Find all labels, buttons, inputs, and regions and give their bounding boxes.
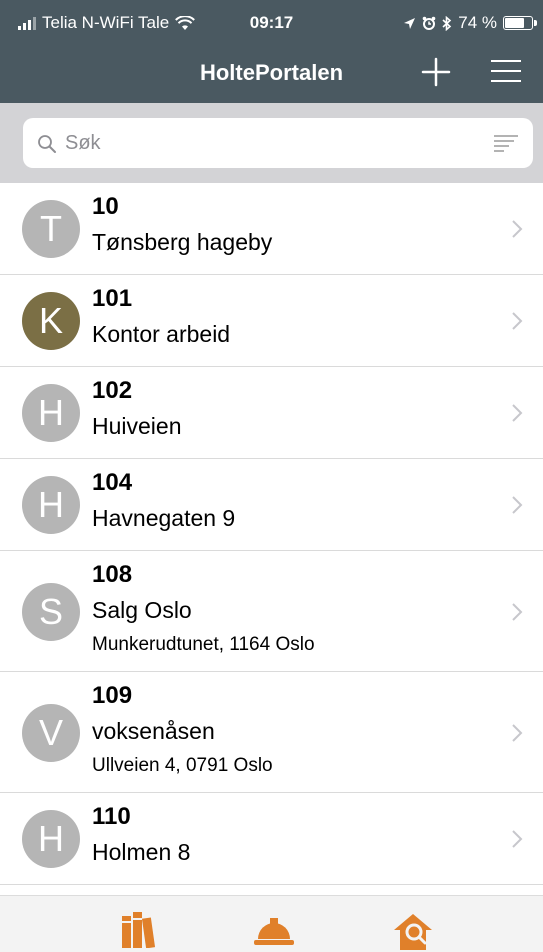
bluetooth-icon [442, 15, 452, 31]
chevron-right-icon [512, 602, 523, 621]
status-right: 74 % [403, 13, 537, 33]
project-name: Kontor arbeid [92, 321, 231, 347]
avatar: K [22, 292, 80, 350]
status-bar: Telia N-WiFi Tale 09:17 74 % [0, 0, 543, 40]
project-name: Salg Oslo [92, 597, 192, 623]
project-address: Munkerudtunet, 1164 Oslo [92, 634, 315, 655]
chevron-right-icon [512, 404, 523, 422]
tab-bar [0, 895, 543, 952]
avatar: S [22, 582, 80, 641]
project-number: 102 [92, 377, 133, 404]
add-button[interactable] [420, 56, 452, 88]
project-number: 110 [92, 803, 131, 830]
chevron-right-icon [512, 496, 523, 514]
books-icon[interactable] [120, 912, 158, 948]
search-bar[interactable] [23, 118, 533, 168]
project-row[interactable]: T 10 Tønsberg hageby [0, 183, 543, 275]
project-name: Tønsberg hageby [92, 229, 273, 255]
battery-percent: 74 % [458, 13, 497, 32]
avatar: V [22, 703, 80, 762]
hard-hat-icon[interactable] [253, 912, 295, 948]
avatar: H [22, 476, 80, 534]
avatar: H [22, 810, 80, 868]
project-row[interactable]: H 104 Havnegaten 9 [0, 459, 543, 551]
project-name: voksenåsen [92, 718, 215, 744]
project-number: 10 [92, 193, 119, 220]
project-name: Huiveien [92, 413, 182, 439]
phone-screen: Telia N-WiFi Tale 09:17 74 % HoltePortal… [0, 0, 543, 952]
filter-icon[interactable] [493, 134, 519, 154]
project-number: 109 [92, 682, 133, 709]
chevron-right-icon [512, 830, 523, 848]
project-row[interactable]: V 109 voksenåsen Ullveien 4, 0791 Oslo [0, 672, 543, 793]
nav-bar: HoltePortalen [0, 40, 543, 103]
avatar: T [22, 200, 80, 258]
location-arrow-icon [404, 17, 416, 29]
battery-icon [503, 16, 537, 30]
project-row[interactable]: H 110 Holmen 8 [0, 793, 543, 885]
alarm-icon [422, 16, 436, 30]
project-number: 104 [92, 469, 133, 496]
avatar: H [22, 384, 80, 442]
search-area [0, 103, 543, 183]
project-name: Havnegaten 9 [92, 505, 236, 531]
nav-title: HoltePortalen [199, 60, 344, 85]
house-search-icon[interactable] [392, 912, 434, 950]
header: Telia N-WiFi Tale 09:17 74 % HoltePortal… [0, 0, 543, 103]
project-address: Ullveien 4, 0791 Oslo [92, 755, 273, 776]
chevron-right-icon [512, 220, 523, 238]
project-number: 101 [92, 285, 133, 312]
project-row[interactable]: K 101 Kontor arbeid [0, 275, 543, 367]
project-number: 108 [92, 561, 133, 588]
search-icon [38, 135, 56, 153]
project-row[interactable]: H 102 Huiveien [0, 367, 543, 459]
chevron-right-icon [512, 723, 523, 742]
project-list: T 10 Tønsberg hageby K 101 Kontor arbeid H 102 H… [0, 183, 543, 895]
menu-icon[interactable] [490, 58, 522, 84]
chevron-right-icon [512, 312, 523, 330]
project-row[interactable]: S 108 Salg Oslo Munkerudtunet, 1164 Oslo [0, 551, 543, 672]
search-input[interactable] [65, 126, 485, 160]
project-name: Holmen 8 [92, 839, 191, 865]
